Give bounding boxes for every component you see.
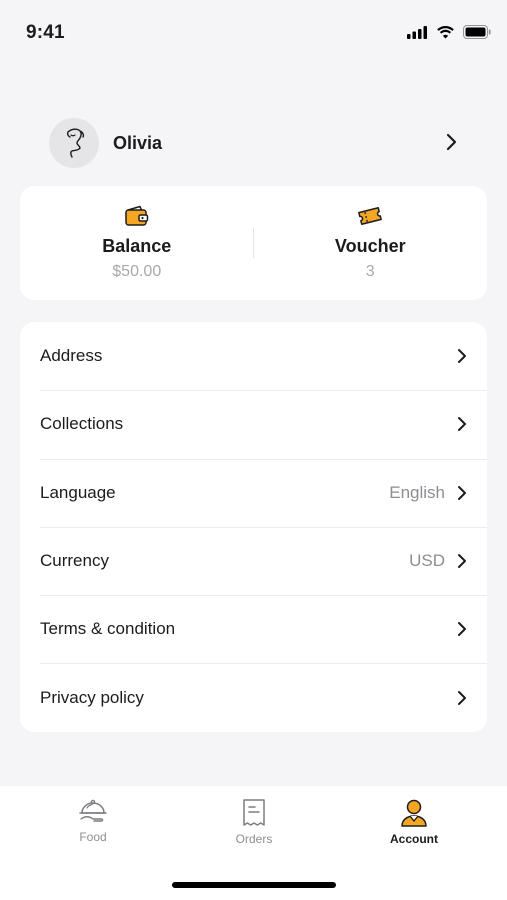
voucher-section[interactable]: Voucher 3 bbox=[254, 186, 488, 300]
chevron-right-icon bbox=[458, 349, 466, 364]
menu-item-privacy[interactable]: Privacy policy bbox=[20, 663, 487, 731]
chevron-right-icon bbox=[458, 417, 466, 432]
settings-menu: Address Collections Language English Cur… bbox=[20, 322, 487, 732]
voucher-title: Voucher bbox=[334, 236, 406, 256]
voucher-value: 3 bbox=[365, 263, 375, 280]
menu-item-collections[interactable]: Collections bbox=[20, 390, 487, 458]
language-value: English bbox=[389, 482, 445, 502]
balance-value: $50.00 bbox=[112, 263, 162, 280]
currency-value: USD bbox=[409, 551, 445, 571]
tab-food[interactable]: Food bbox=[43, 798, 143, 844]
chevron-right-icon bbox=[458, 690, 466, 705]
avatar bbox=[49, 118, 99, 168]
chevron-right-icon bbox=[458, 554, 466, 569]
menu-item-label: Language bbox=[40, 482, 116, 502]
user-icon bbox=[401, 799, 427, 827]
menu-item-terms[interactable]: Terms & condition bbox=[20, 595, 487, 663]
chevron-right-icon bbox=[458, 485, 466, 500]
menu-item-language[interactable]: Language English bbox=[20, 458, 487, 527]
receipt-icon bbox=[243, 799, 265, 826]
wifi-icon bbox=[437, 26, 454, 39]
tab-account[interactable]: Account bbox=[364, 798, 464, 846]
menu-item-label: Currency bbox=[40, 551, 109, 571]
tab-label: Food bbox=[79, 830, 107, 844]
home-indicator[interactable] bbox=[172, 882, 336, 888]
wallet-icon bbox=[125, 205, 148, 226]
chevron-right-icon bbox=[458, 622, 466, 637]
menu-item-label: Address bbox=[40, 346, 103, 366]
tab-label: Orders bbox=[235, 832, 273, 846]
avatar-sketch-icon bbox=[66, 128, 85, 158]
balance-section[interactable]: Balance $50.00 bbox=[20, 186, 254, 300]
menu-item-label: Privacy policy bbox=[40, 687, 144, 707]
tab-label: Account bbox=[390, 832, 438, 846]
battery-icon bbox=[463, 25, 491, 39]
profile-name: Olivia bbox=[113, 132, 163, 153]
status-bar: 9:41 bbox=[0, 0, 507, 64]
balance-title: Balance bbox=[102, 236, 172, 256]
menu-item-label: Collections bbox=[40, 414, 124, 434]
cloche-icon bbox=[79, 799, 107, 822]
menu-item-address[interactable]: Address bbox=[20, 322, 487, 390]
profile-row[interactable]: Olivia bbox=[20, 112, 487, 174]
menu-item-label: Terms & condition bbox=[40, 619, 176, 639]
wallet-card: Balance $50.00 Voucher 3 bbox=[20, 186, 487, 300]
tab-orders[interactable]: Orders bbox=[204, 798, 304, 846]
menu-item-currency[interactable]: Currency USD bbox=[20, 526, 487, 595]
signal-icon bbox=[407, 25, 427, 39]
ticket-icon bbox=[358, 207, 383, 225]
status-time: 9:41 bbox=[26, 22, 65, 43]
wallet-divider bbox=[253, 228, 254, 258]
chevron-right-icon[interactable] bbox=[446, 133, 457, 151]
